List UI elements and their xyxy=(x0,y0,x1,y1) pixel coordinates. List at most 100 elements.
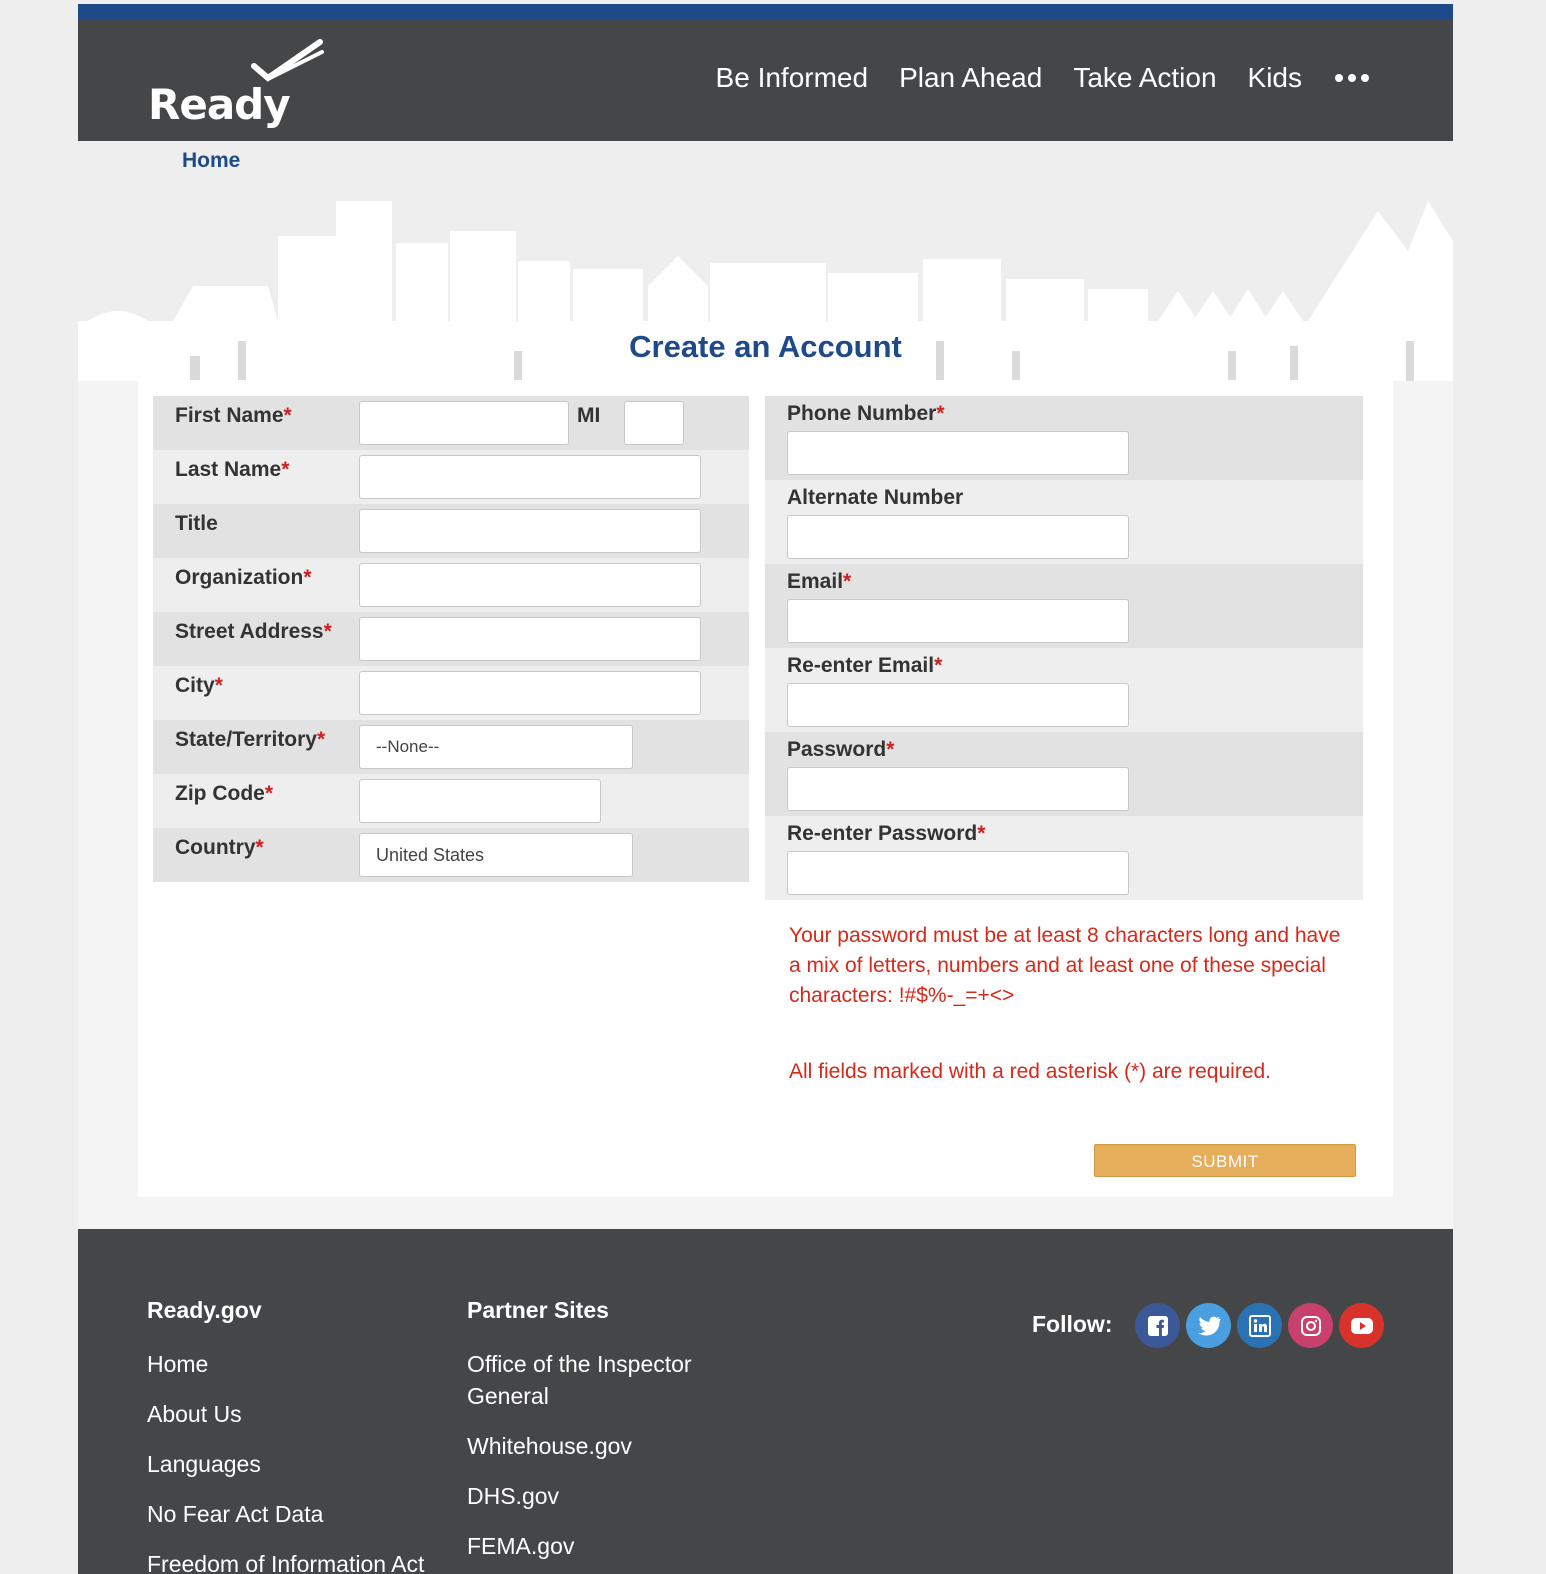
footer-link-languages[interactable]: Languages xyxy=(147,1448,424,1480)
breadcrumb-home[interactable]: Home xyxy=(182,149,240,173)
state-select[interactable]: --None-- xyxy=(359,725,633,769)
social-links xyxy=(1135,1303,1384,1348)
account-info-section: Phone Number* Alternate Number Email* Re… xyxy=(765,396,1363,900)
row-phone: Phone Number* xyxy=(765,396,1363,480)
label-zip: Zip Code* xyxy=(175,782,274,805)
hero-banner: Home Create an Account xyxy=(78,141,1453,381)
city-input[interactable] xyxy=(359,671,701,715)
more-menu-icon[interactable] xyxy=(1335,74,1369,82)
label-street-address: Street Address* xyxy=(175,620,332,643)
row-password: Password* xyxy=(765,732,1363,816)
required-asterisk: * xyxy=(936,402,945,425)
required-asterisk: * xyxy=(886,738,895,761)
footer-ready-links: Ready.gov Home About Us Languages No Fea… xyxy=(147,1297,424,1574)
required-asterisk: * xyxy=(843,570,852,593)
label-country: Country* xyxy=(175,836,264,859)
required-asterisk: * xyxy=(934,654,943,677)
footer-link-whitehouse[interactable]: Whitehouse.gov xyxy=(467,1430,737,1462)
label-city: City* xyxy=(175,674,223,697)
footer-link-no-fear-act[interactable]: No Fear Act Data xyxy=(147,1498,424,1530)
required-asterisk: * xyxy=(317,728,326,751)
row-title: Title xyxy=(153,504,749,558)
first-name-input[interactable] xyxy=(359,401,569,445)
label-phone: Phone Number* xyxy=(787,402,945,425)
row-city: City* xyxy=(153,666,749,720)
required-asterisk: * xyxy=(977,822,986,845)
reenter-email-input[interactable] xyxy=(787,683,1129,727)
zip-code-input[interactable] xyxy=(359,779,601,823)
nav-take-action[interactable]: Take Action xyxy=(1073,62,1216,94)
organization-input[interactable] xyxy=(359,563,701,607)
label-title: Title xyxy=(175,512,218,535)
logo-text: Ready xyxy=(148,80,291,129)
required-asterisk: * xyxy=(255,836,264,859)
nav-kids[interactable]: Kids xyxy=(1248,62,1302,94)
linkedin-icon[interactable] xyxy=(1237,1303,1282,1348)
footer-link-dhs[interactable]: DHS.gov xyxy=(467,1480,737,1512)
site-header: Ready Be Informed Plan Ahead Take Action… xyxy=(78,20,1453,141)
row-first-name: First Name* MI xyxy=(153,396,749,450)
label-last-name: Last Name* xyxy=(175,458,290,481)
row-last-name: Last Name* xyxy=(153,450,749,504)
row-country: Country* United States xyxy=(153,828,749,882)
label-state: State/Territory* xyxy=(175,728,326,751)
footer-heading-partner: Partner Sites xyxy=(467,1297,609,1323)
row-reenter-password: Re-enter Password* xyxy=(765,816,1363,900)
submit-button[interactable]: SUBMIT xyxy=(1094,1144,1356,1177)
password-input[interactable] xyxy=(787,767,1129,811)
required-asterisk: * xyxy=(281,458,290,481)
footer-partner-links: Partner Sites Office of the Inspector Ge… xyxy=(467,1297,737,1574)
main-nav: Be Informed Plan Ahead Take Action Kids xyxy=(716,62,1369,94)
youtube-icon[interactable] xyxy=(1339,1303,1384,1348)
required-asterisk: * xyxy=(283,404,292,427)
required-asterisk: * xyxy=(214,674,223,697)
reenter-password-input[interactable] xyxy=(787,851,1129,895)
row-alternate-number: Alternate Number xyxy=(765,480,1363,564)
row-organization: Organization* xyxy=(153,558,749,612)
last-name-input[interactable] xyxy=(359,455,701,499)
nav-be-informed[interactable]: Be Informed xyxy=(716,62,869,94)
footer-heading-ready: Ready.gov xyxy=(147,1297,262,1323)
personal-info-section: First Name* MI Last Name* Title Organiza… xyxy=(153,396,749,882)
password-requirements-note: Your password must be at least 8 charact… xyxy=(789,924,1341,1007)
required-asterisk: * xyxy=(303,566,312,589)
site-footer: Ready.gov Home About Us Languages No Fea… xyxy=(78,1229,1453,1574)
required-asterisk: * xyxy=(264,782,274,805)
label-password: Password* xyxy=(787,738,895,761)
label-reenter-password: Re-enter Password* xyxy=(787,822,986,845)
country-select[interactable]: United States xyxy=(359,833,633,877)
ready-logo[interactable]: Ready xyxy=(148,38,328,138)
footer-link-fema[interactable]: FEMA.gov xyxy=(467,1530,737,1562)
footer-link-oig[interactable]: Office of the Inspector General xyxy=(467,1348,737,1412)
label-email: Email* xyxy=(787,570,852,593)
nav-plan-ahead[interactable]: Plan Ahead xyxy=(899,62,1042,94)
top-accent-bar xyxy=(78,4,1453,20)
footer-link-about-us[interactable]: About Us xyxy=(147,1398,424,1430)
page-title: Create an Account xyxy=(629,329,902,364)
street-address-input[interactable] xyxy=(359,617,701,661)
required-fields-note: All fields marked with a red asterisk (*… xyxy=(789,1060,1272,1083)
row-zip: Zip Code* xyxy=(153,774,749,828)
follow-label: Follow: xyxy=(1032,1311,1113,1337)
footer-link-foia[interactable]: Freedom of Information Act xyxy=(147,1548,424,1574)
phone-number-input[interactable] xyxy=(787,431,1129,475)
label-alternate-number: Alternate Number xyxy=(787,486,964,509)
footer-link-home[interactable]: Home xyxy=(147,1348,424,1380)
alternate-number-input[interactable] xyxy=(787,515,1129,559)
title-input[interactable] xyxy=(359,509,701,553)
label-reenter-email: Re-enter Email* xyxy=(787,654,943,677)
row-reenter-email: Re-enter Email* xyxy=(765,648,1363,732)
twitter-icon[interactable] xyxy=(1186,1303,1231,1348)
facebook-icon[interactable] xyxy=(1135,1303,1180,1348)
middle-initial-input[interactable] xyxy=(624,401,684,445)
label-first-name: First Name* xyxy=(175,404,292,427)
row-street-address: Street Address* xyxy=(153,612,749,666)
required-asterisk: * xyxy=(323,620,332,643)
checkmark-icon xyxy=(251,39,324,82)
registration-card: First Name* MI Last Name* Title Organiza… xyxy=(138,380,1393,1197)
instagram-icon[interactable] xyxy=(1288,1303,1333,1348)
email-input[interactable] xyxy=(787,599,1129,643)
page: Ready Be Informed Plan Ahead Take Action… xyxy=(78,4,1453,1574)
label-mi: MI xyxy=(577,404,601,427)
row-email: Email* xyxy=(765,564,1363,648)
